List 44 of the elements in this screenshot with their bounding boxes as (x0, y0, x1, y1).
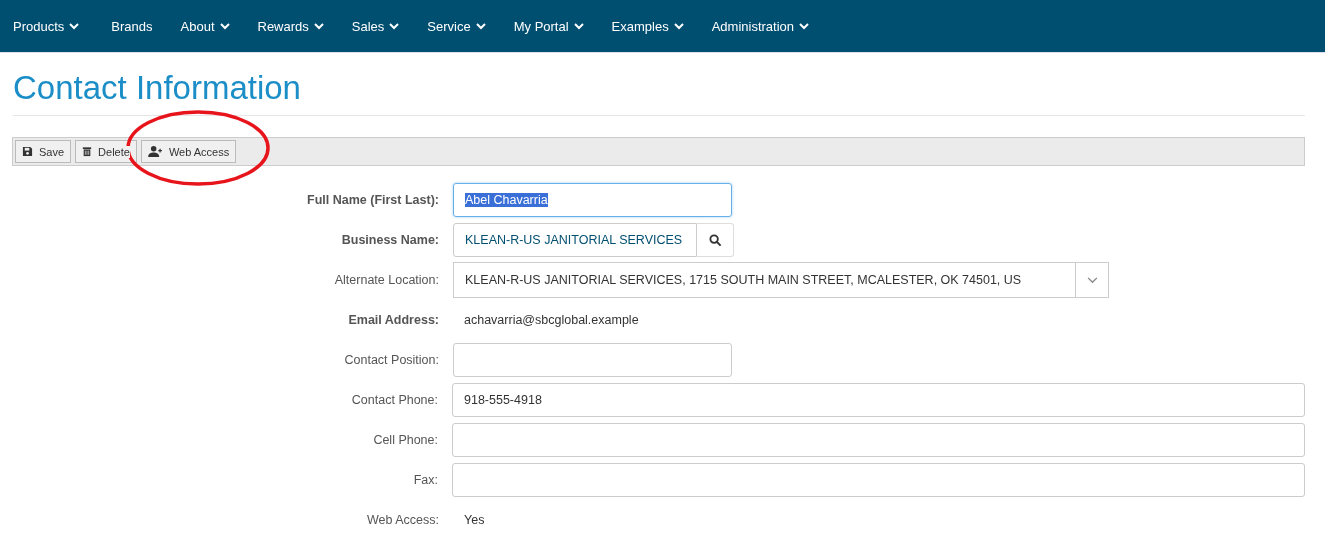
page-title: Contact Information (13, 69, 1305, 116)
toolbar-button[interactable]: Web Access (140, 140, 237, 163)
search-icon (708, 233, 722, 247)
trash-icon (82, 146, 93, 157)
input-field[interactable] (453, 343, 732, 377)
field-label: Alternate Location: (333, 273, 440, 287)
nav-menu-item[interactable]: About (180, 18, 230, 34)
field-label: Business Name: (340, 233, 440, 247)
input-field[interactable]: 918-555-4918 (452, 383, 1305, 417)
nav-menu-item[interactable]: Service (427, 18, 486, 34)
nav-menu-item[interactable]: Brands (111, 18, 153, 34)
chevron-down-icon (673, 22, 684, 30)
chevron-down-icon (219, 22, 230, 30)
chevron-down-icon (573, 22, 584, 30)
chevron-down-icon (69, 22, 80, 30)
input-field[interactable]: Abel Chavarria (453, 183, 732, 217)
nav-menu-item[interactable]: Rewards (257, 18, 324, 34)
chevron-down-icon (1086, 276, 1098, 284)
chevron-down-icon (799, 22, 810, 30)
search-button[interactable] (697, 223, 734, 257)
toolbar-button[interactable]: Save (15, 140, 72, 163)
dropdown-select[interactable]: KLEAN-R-US JANITORIAL SERVICES, 1715 SOUTH MAIN STREET, MCALESTER, OK 74501, US (453, 262, 1109, 298)
field-value: Yes (463, 513, 485, 527)
user-plus-icon (147, 146, 163, 157)
chevron-down-icon (389, 22, 400, 30)
field-label: Full Name (First Last): (306, 193, 440, 207)
field-label: Fax: (412, 473, 439, 487)
field-label: Contact Position: (343, 353, 440, 367)
nav-menu-item[interactable]: Administration (711, 18, 810, 34)
input-field[interactable] (452, 423, 1305, 457)
nav-menu-item[interactable]: My Portal (513, 18, 584, 34)
field-label: Email Address: (347, 313, 440, 327)
field-label: Cell Phone: (372, 433, 439, 447)
toolbar-button[interactable]: Delete (75, 140, 137, 163)
chevron-down-icon (313, 22, 324, 30)
field-value: achavarria@sbcglobal.example (463, 313, 639, 327)
nav-menu-item[interactable]: Sales (351, 18, 400, 34)
nav-menu-item[interactable]: Examples (611, 18, 684, 34)
input-field[interactable]: KLEAN-R-US JANITORIAL SERVICES (453, 223, 697, 257)
field-label: Contact Phone: (350, 393, 439, 407)
nav-menu-item[interactable]: Products (13, 18, 80, 34)
input-field[interactable] (452, 463, 1305, 497)
field-label: Web Access: (365, 513, 440, 527)
chevron-down-icon (475, 22, 486, 30)
